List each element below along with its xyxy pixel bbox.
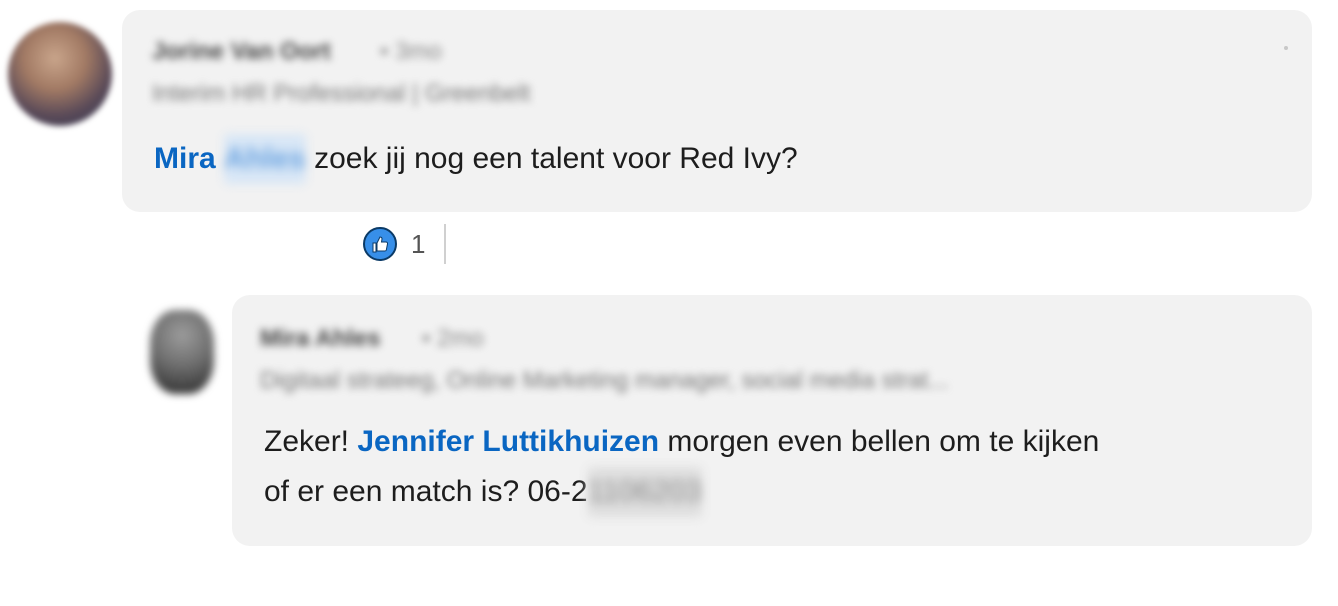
mention-first-name[interactable]: Mira [154,142,216,175]
reply-time: • 2mo [422,325,484,352]
reply-phone-hidden: 1106203 [587,467,703,517]
reply-line-2: of er een match is? 06-21106203 [264,467,1099,517]
comment-author-headline: Interim HR Professional | Greenbelt [152,80,531,107]
reply-line-1: Zeker! Jennifer Luttikhuizen morgen even… [264,417,1099,467]
reply-bubble: Mira Ahles • 2mo Digitaal strateeg, Onli… [232,295,1312,546]
comment-reactions[interactable]: 1 [363,226,425,262]
comment-bubble: Jorine Van Oort • 3mo Interim HR Profess… [122,10,1312,212]
mention-link[interactable]: Mira Ahles [154,134,306,184]
reply-phone-prefix: of er een match is? 06-2 [264,475,588,508]
reply-text: Zeker! Jennifer Luttikhuizen morgen even… [264,417,1099,517]
comment-text: Mira Ahles zoek jij nog een talent voor … [154,134,798,184]
mention-link[interactable]: Jennifer Luttikhuizen [357,425,659,458]
commenter-avatar[interactable] [8,22,112,126]
reaction-divider [444,224,446,264]
comment-time: • 3mo [380,38,442,65]
reply-author-headline: Digitaal strateeg, Online Marketing mana… [260,367,949,394]
more-options-icon[interactable] [1284,46,1288,50]
comment-body: zoek jij nog een talent voor Red Ivy? [314,142,798,175]
comment-author-name[interactable]: Jorine Van Oort [152,38,331,66]
reply-text-after: morgen even bellen om te kijken [667,425,1100,458]
reply-text-before: Zeker! [264,425,350,458]
reaction-count[interactable]: 1 [411,229,425,260]
reply-author-name[interactable]: Mira Ahles [260,325,380,353]
thumbs-up-icon[interactable] [363,227,397,261]
replier-avatar[interactable] [150,310,214,394]
mention-last-name-blurred[interactable]: Ahles [224,134,306,184]
